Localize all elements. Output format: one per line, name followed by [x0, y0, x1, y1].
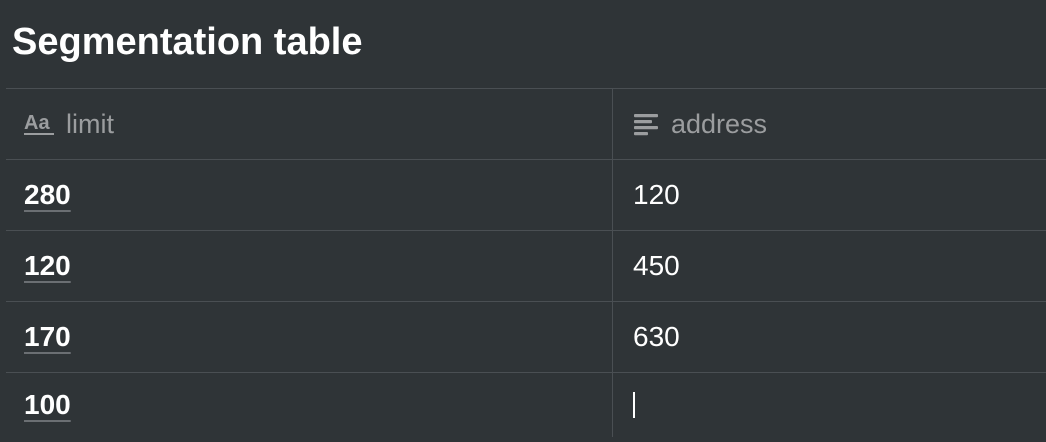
page-title[interactable]: Segmentation table — [12, 16, 363, 68]
table-row: 100 — [6, 373, 1046, 437]
limit-cell[interactable]: 170 — [6, 302, 613, 372]
address-value: 120 — [633, 179, 680, 210]
column-header-label: address — [671, 108, 768, 139]
table-row: 170 630 — [6, 302, 1046, 373]
column-header-label: limit — [66, 108, 114, 139]
address-value: 630 — [633, 321, 680, 352]
column-header-address[interactable]: address — [613, 89, 1046, 159]
svg-text:Aa: Aa — [24, 112, 50, 134]
page: Segmentation table Aa limit address 280 … — [0, 0, 1046, 442]
limit-cell[interactable]: 100 — [6, 373, 613, 437]
row-title-link[interactable]: 280 — [24, 179, 71, 211]
table-row: 120 450 — [6, 231, 1046, 302]
table-header-row: Aa limit address — [6, 89, 1046, 160]
text-property-icon — [633, 112, 661, 136]
database-table: Aa limit address 280 120 120 450 170 630… — [6, 88, 1046, 437]
limit-cell[interactable]: 280 — [6, 160, 613, 230]
address-cell[interactable]: 450 — [613, 231, 1046, 301]
address-cell[interactable]: 630 — [613, 302, 1046, 372]
address-value: 450 — [633, 250, 680, 281]
table-row: 280 120 — [6, 160, 1046, 231]
title-property-icon: Aa — [24, 112, 56, 136]
column-header-limit[interactable]: Aa limit — [6, 89, 613, 159]
row-title-link[interactable]: 120 — [24, 250, 71, 282]
limit-cell[interactable]: 120 — [6, 231, 613, 301]
row-title-link[interactable]: 170 — [24, 321, 71, 353]
address-cell-editing[interactable] — [613, 373, 1046, 437]
address-cell[interactable]: 120 — [613, 160, 1046, 230]
text-cursor — [633, 392, 635, 418]
row-title-link[interactable]: 100 — [24, 389, 71, 421]
